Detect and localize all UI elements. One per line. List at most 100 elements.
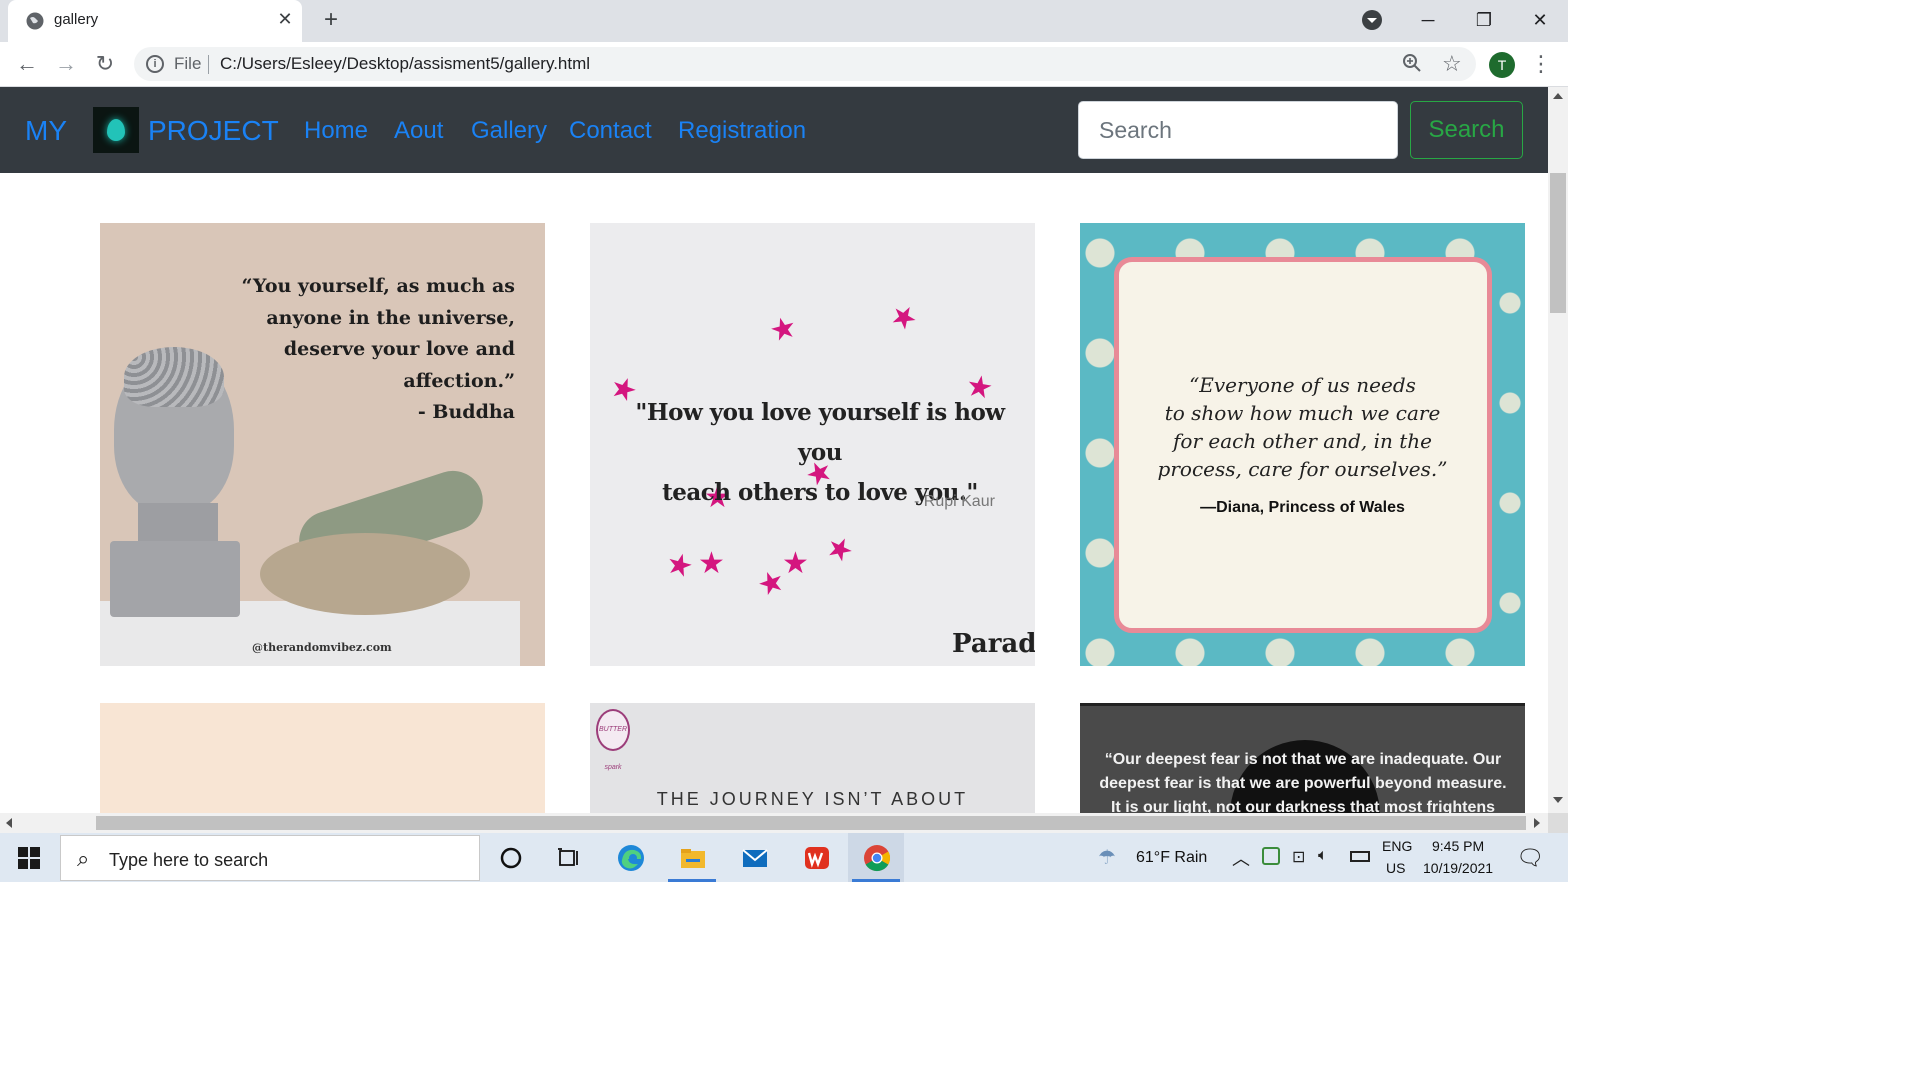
back-icon[interactable]: ←	[14, 51, 40, 77]
quote-line: "How you love yourself is how you	[635, 399, 1005, 466]
quote-line: deserve your love and	[283, 338, 515, 360]
journey-quote-text: THE JOURNEY ISN’T ABOUT	[656, 789, 969, 809]
confetti-star-icon: ★	[782, 547, 809, 580]
quote-line: It is our light, not our darkness that m…	[1110, 799, 1496, 813]
publisher-logo: Parade	[952, 629, 1035, 659]
nav-link-home[interactable]: Home	[304, 117, 368, 145]
weather-rain-icon[interactable]: ☂	[1098, 845, 1116, 870]
gallery-image-buddha-quote: “You yourself, as much as anyone in the …	[100, 223, 545, 666]
cortana-icon[interactable]	[482, 833, 538, 882]
gallery-image-journey-quote: BUTTER spark THE JOURNEY ISN’T ABOUT	[590, 703, 1035, 813]
address-scheme: File	[174, 54, 202, 73]
language-code[interactable]: ENG	[1382, 838, 1412, 854]
quote-attribution: - Rupi Kaur	[914, 493, 995, 510]
nav-link-registration[interactable]: Registration	[678, 117, 806, 145]
nav-link-about[interactable]: Aout	[394, 117, 443, 145]
image-credit: @therandomvibez.com	[252, 641, 392, 654]
brand-logo-icon[interactable]	[93, 107, 139, 153]
minimize-icon[interactable]: ─	[1400, 0, 1456, 40]
quote-line: to show how much we care	[1164, 401, 1441, 425]
nav-link-gallery[interactable]: Gallery	[471, 117, 547, 145]
chevron-up-icon[interactable]: ︿	[1232, 845, 1250, 871]
scrollbar-corner	[1548, 813, 1568, 833]
battery-icon[interactable]	[1350, 851, 1370, 862]
horizontal-scrollbar[interactable]	[0, 813, 1548, 833]
chrome-icon[interactable]	[848, 833, 904, 882]
address-separator	[208, 55, 209, 74]
brand-text-my[interactable]: MY	[25, 115, 67, 147]
address-url[interactable]: C:/Users/Esleey/Desktop/assisment5/galle…	[220, 54, 590, 74]
tab-close-icon[interactable]: ✕	[274, 8, 296, 30]
scroll-down-icon[interactable]	[1553, 797, 1563, 803]
globe-icon	[26, 12, 44, 30]
windows-start-icon[interactable]	[18, 847, 40, 869]
nav-link-contact[interactable]: Contact	[569, 117, 652, 145]
logo-drop-shape	[107, 119, 125, 141]
site-navbar: MY PROJECT Home Aout Gallery Contact Reg…	[0, 87, 1548, 173]
active-indicator	[668, 879, 716, 882]
scroll-right-icon[interactable]	[1534, 818, 1540, 828]
zoom-icon[interactable]	[1402, 53, 1424, 75]
task-view-icon[interactable]	[540, 833, 596, 882]
address-bar[interactable]: i File C:/Users/Esleey/Desktop/assisment…	[134, 47, 1476, 81]
quote-line: “Everyone of us needs	[1189, 373, 1416, 397]
browser-menu-icon[interactable]: ⋮	[1530, 51, 1552, 77]
horizontal-scroll-thumb[interactable]	[96, 816, 1526, 830]
taskbar-search-box[interactable]: ⌕ Type here to search	[60, 835, 480, 881]
close-icon[interactable]: ✕	[1512, 0, 1568, 40]
browser-tab-strip: gallery ✕ + ─ ❐ ✕	[0, 0, 1568, 42]
tab-title: gallery	[54, 11, 99, 28]
scroll-left-icon[interactable]	[6, 818, 12, 828]
active-indicator	[852, 879, 900, 882]
vertical-scroll-thumb[interactable]	[1550, 173, 1566, 313]
clock-date[interactable]: 10/19/2021	[1423, 860, 1493, 876]
quote-line: for each other and, in the	[1173, 429, 1432, 453]
deepest-fear-quote-text: “Our deepest fear is not that we are ina…	[1098, 748, 1508, 813]
quote-line: “Our deepest fear is not that we are ina…	[1104, 751, 1502, 768]
confetti-star-icon: ★	[698, 547, 725, 580]
new-tab-button[interactable]: +	[318, 8, 344, 34]
forward-icon[interactable]: →	[53, 51, 79, 77]
notifications-icon[interactable]: 🗨︎	[1516, 845, 1544, 871]
bookmark-star-icon[interactable]: ☆	[1442, 51, 1462, 77]
quote-line: anyone in the universe,	[266, 306, 515, 329]
scroll-up-icon[interactable]	[1553, 93, 1563, 99]
gallery-image-4	[100, 703, 545, 813]
restore-icon[interactable]: ❐	[1456, 0, 1512, 40]
reload-icon[interactable]: ↻	[92, 51, 118, 77]
browser-tab[interactable]: gallery ✕	[8, 0, 302, 42]
search-icon: ⌕	[77, 846, 90, 871]
brand-text-project[interactable]: PROJECT	[148, 115, 279, 147]
confetti-star-icon: ★	[883, 296, 924, 339]
weather-text[interactable]: 61°F Rain	[1136, 849, 1207, 867]
profile-avatar[interactable]: T	[1489, 52, 1515, 78]
abalone-shell	[260, 533, 470, 615]
mail-icon[interactable]	[726, 833, 782, 882]
brand-badge-logo: BUTTER spark	[596, 709, 630, 771]
network-icon[interactable]: ⊡	[1292, 847, 1305, 867]
browser-toolbar: ← → ↻ i File C:/Users/Esleey/Desktop/ass…	[0, 42, 1568, 87]
search-input[interactable]	[1078, 101, 1398, 159]
site-info-icon[interactable]: i	[146, 55, 164, 73]
quote-line: affection.”	[403, 369, 515, 392]
search-button[interactable]: Search	[1410, 101, 1523, 159]
confetti-star-icon: ★	[820, 528, 859, 571]
security-tray-icon[interactable]	[1262, 847, 1280, 865]
volume-icon[interactable]: 🔈︎	[1318, 847, 1328, 865]
start-tile	[30, 859, 40, 869]
confetti-star-icon: ★	[766, 310, 801, 349]
file-explorer-icon[interactable]	[664, 833, 720, 882]
edge-browser-icon[interactable]	[602, 833, 658, 882]
wps-office-icon[interactable]	[788, 833, 844, 882]
diana-quote-text: “Everyone of us needs to show how much w…	[1140, 371, 1465, 483]
vertical-scrollbar[interactable]	[1548, 87, 1568, 813]
keyboard-region[interactable]: US	[1386, 860, 1405, 876]
clock-time[interactable]: 9:45 PM	[1432, 838, 1484, 854]
quote-attribution: —Diana, Princess of Wales	[1200, 499, 1405, 516]
quote-author: - Buddha	[417, 401, 515, 423]
start-tile	[30, 847, 40, 857]
start-tile	[18, 847, 28, 857]
quote-line: “You yourself, as much as	[241, 275, 515, 297]
gallery-image-rupi-kaur-quote: ★ ★ ★ ★ ★ ★ ★ ★ ★ ★ ★ "How you love your…	[590, 223, 1035, 666]
tab-search-icon[interactable]	[1362, 10, 1382, 30]
